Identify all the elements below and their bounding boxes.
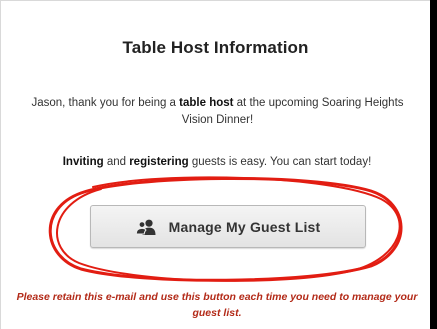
- intro-paragraph: Jason, thank you for being a table host …: [25, 95, 410, 129]
- email-card: Table Host Information Jason, thank you …: [0, 0, 430, 329]
- invite-mid: and: [103, 156, 130, 168]
- users-icon: [135, 219, 156, 235]
- intro-prefix: Jason, thank you for being a: [31, 97, 180, 109]
- intro-bold: table host: [179, 97, 234, 109]
- page-title: Table Host Information: [122, 38, 309, 57]
- invite-paragraph: Inviting and registering guests is easy.…: [11, 154, 423, 171]
- retain-email-note: Please retain this e-mail and use this b…: [16, 291, 418, 319]
- invite-bold-registering: registering: [129, 156, 189, 168]
- manage-guest-list-label: Manage My Guest List: [168, 218, 321, 235]
- invite-suffix: guests is easy. You can start today!: [188, 156, 372, 168]
- manage-guest-list-button[interactable]: Manage My Guest List: [90, 205, 366, 248]
- invite-bold-inviting: Inviting: [62, 156, 104, 168]
